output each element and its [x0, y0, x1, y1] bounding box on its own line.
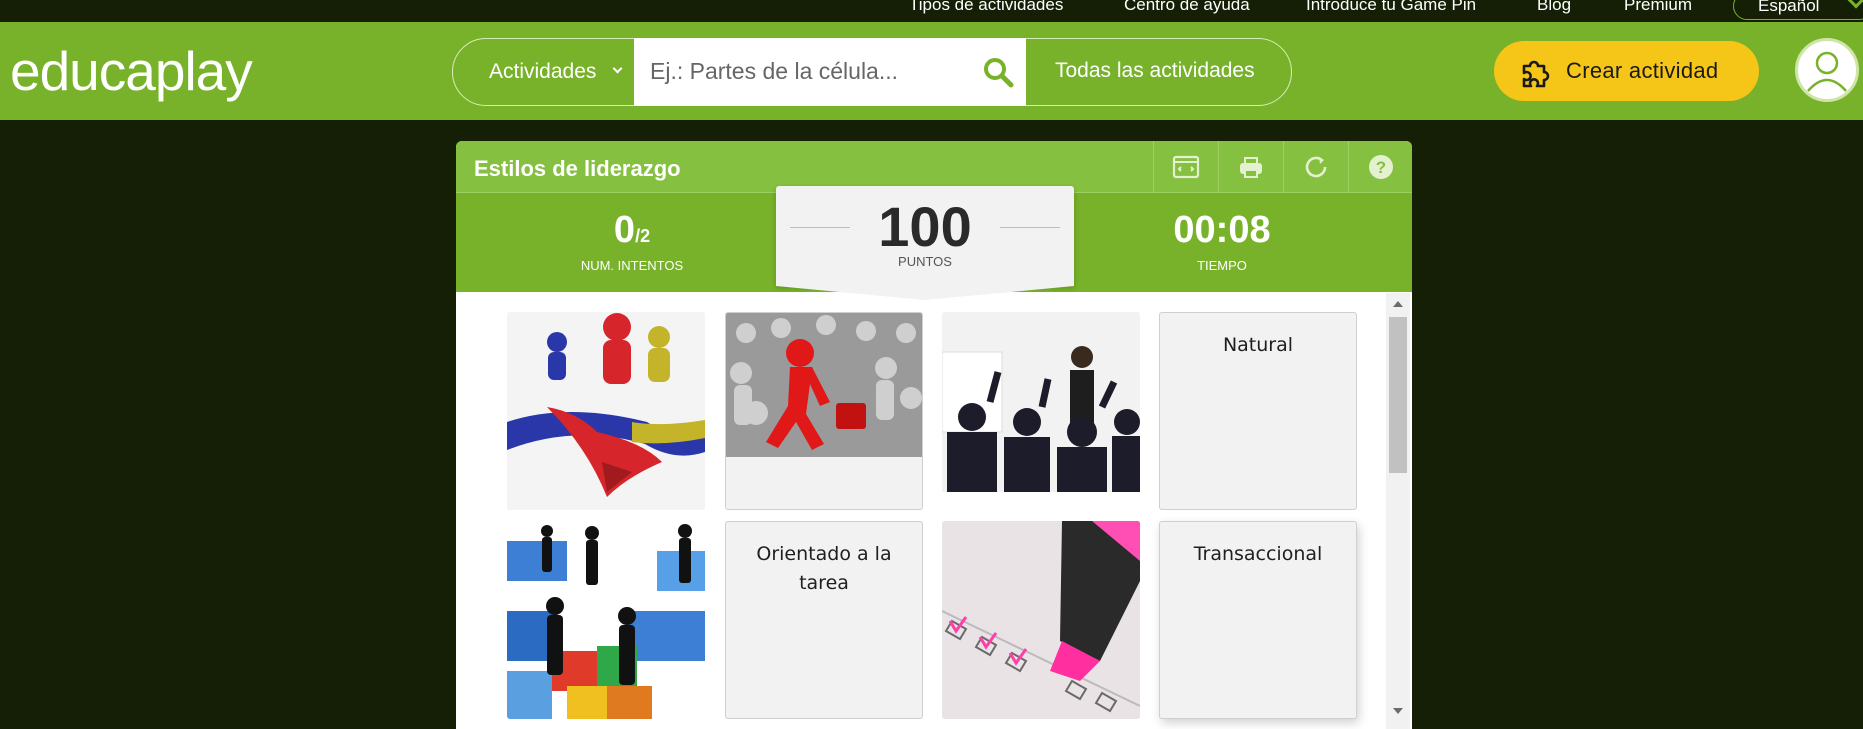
time-stat: 00:08 TIEMPO [1072, 193, 1372, 273]
print-button[interactable] [1218, 141, 1283, 193]
language-label: Español [1758, 0, 1820, 15]
activity-scrollbar[interactable] [1386, 293, 1410, 729]
fullscreen-icon [1172, 155, 1200, 179]
topnav-link-premium[interactable]: Premium [1624, 0, 1692, 15]
search-icon[interactable] [982, 56, 1014, 88]
logo[interactable]: educaplay [10, 39, 253, 103]
top-nav: Tipos de actividades Centro de ayuda Int… [0, 0, 1863, 22]
card-1[interactable] [507, 312, 705, 510]
search-category-select[interactable]: Actividades [453, 39, 634, 105]
attempts-total: /2 [635, 226, 651, 246]
search-input[interactable] [634, 38, 954, 104]
create-activity-button[interactable]: Crear actividad [1494, 41, 1759, 101]
chevron-down-icon [1847, 0, 1863, 9]
main-header: educaplay Actividades Todas las activida… [0, 22, 1863, 120]
attempts-value: 0 [613, 209, 636, 251]
topnav-link-help-center[interactable]: Centro de ayuda [1124, 0, 1250, 15]
fullscreen-button[interactable] [1153, 141, 1218, 193]
time-label: TIEMPO [1197, 258, 1247, 273]
card-8[interactable]: Transaccional [1159, 521, 1357, 719]
attempts-label: NUM. INTENTOS [580, 258, 684, 273]
score-box: 100 PUNTOS [776, 186, 1074, 300]
avatar[interactable] [1795, 38, 1859, 102]
restart-icon [1305, 156, 1327, 178]
card-7[interactable] [942, 521, 1140, 719]
card-label: Transaccional [1193, 543, 1323, 565]
card-4[interactable]: Natural [1159, 312, 1357, 510]
card-6[interactable]: Orientado a la tarea [725, 521, 923, 719]
chevron-down-icon [612, 63, 623, 74]
topnav-link-activity-types[interactable]: Tipos de actividades [909, 0, 1063, 15]
card-label: Natural [1222, 334, 1294, 356]
red-figure-crowd-image [726, 313, 922, 457]
scroll-up-icon[interactable] [1393, 301, 1403, 307]
all-activities-link[interactable]: Todas las actividades [1055, 59, 1255, 83]
topnav-link-game-pin[interactable]: Introduce tu Game Pin [1306, 0, 1476, 15]
score-value: 100 [878, 195, 972, 258]
puzzle-icon [1522, 60, 1550, 88]
puzzle-handshake-image [507, 521, 705, 719]
help-button[interactable]: ? [1348, 141, 1412, 193]
help-icon: ? [1369, 155, 1393, 179]
topnav-link-blog[interactable]: Blog [1537, 0, 1571, 15]
svg-text:?: ? [1376, 158, 1386, 177]
search-bar: Actividades Todas las actividades [452, 38, 1292, 106]
card-5[interactable] [507, 521, 705, 719]
score-label: PUNTOS [898, 254, 952, 269]
card-2[interactable] [725, 312, 923, 510]
create-activity-label: Crear actividad [1566, 58, 1719, 83]
card-3[interactable] [942, 312, 1140, 510]
figures-arrow-image [507, 312, 705, 510]
scroll-down-icon[interactable] [1393, 708, 1403, 714]
language-selector[interactable]: Español [1733, 0, 1863, 20]
card-label: Orientado a la tarea [756, 543, 892, 594]
meeting-cheering-image [942, 312, 1140, 510]
search-category-label: Actividades [489, 60, 597, 83]
attempts-stat: 0/2 NUM. INTENTOS [482, 193, 782, 273]
restart-button[interactable] [1283, 141, 1348, 193]
user-icon [1807, 51, 1847, 92]
search-field-wrap [634, 38, 1026, 106]
checklist-marker-image [942, 521, 1140, 719]
scrollbar-thumb[interactable] [1389, 317, 1407, 473]
score-box-point [776, 286, 1074, 300]
activity-title: Estilos de liderazgo [474, 156, 681, 181]
print-icon [1240, 157, 1262, 178]
time-value: 00:08 [1173, 209, 1271, 251]
